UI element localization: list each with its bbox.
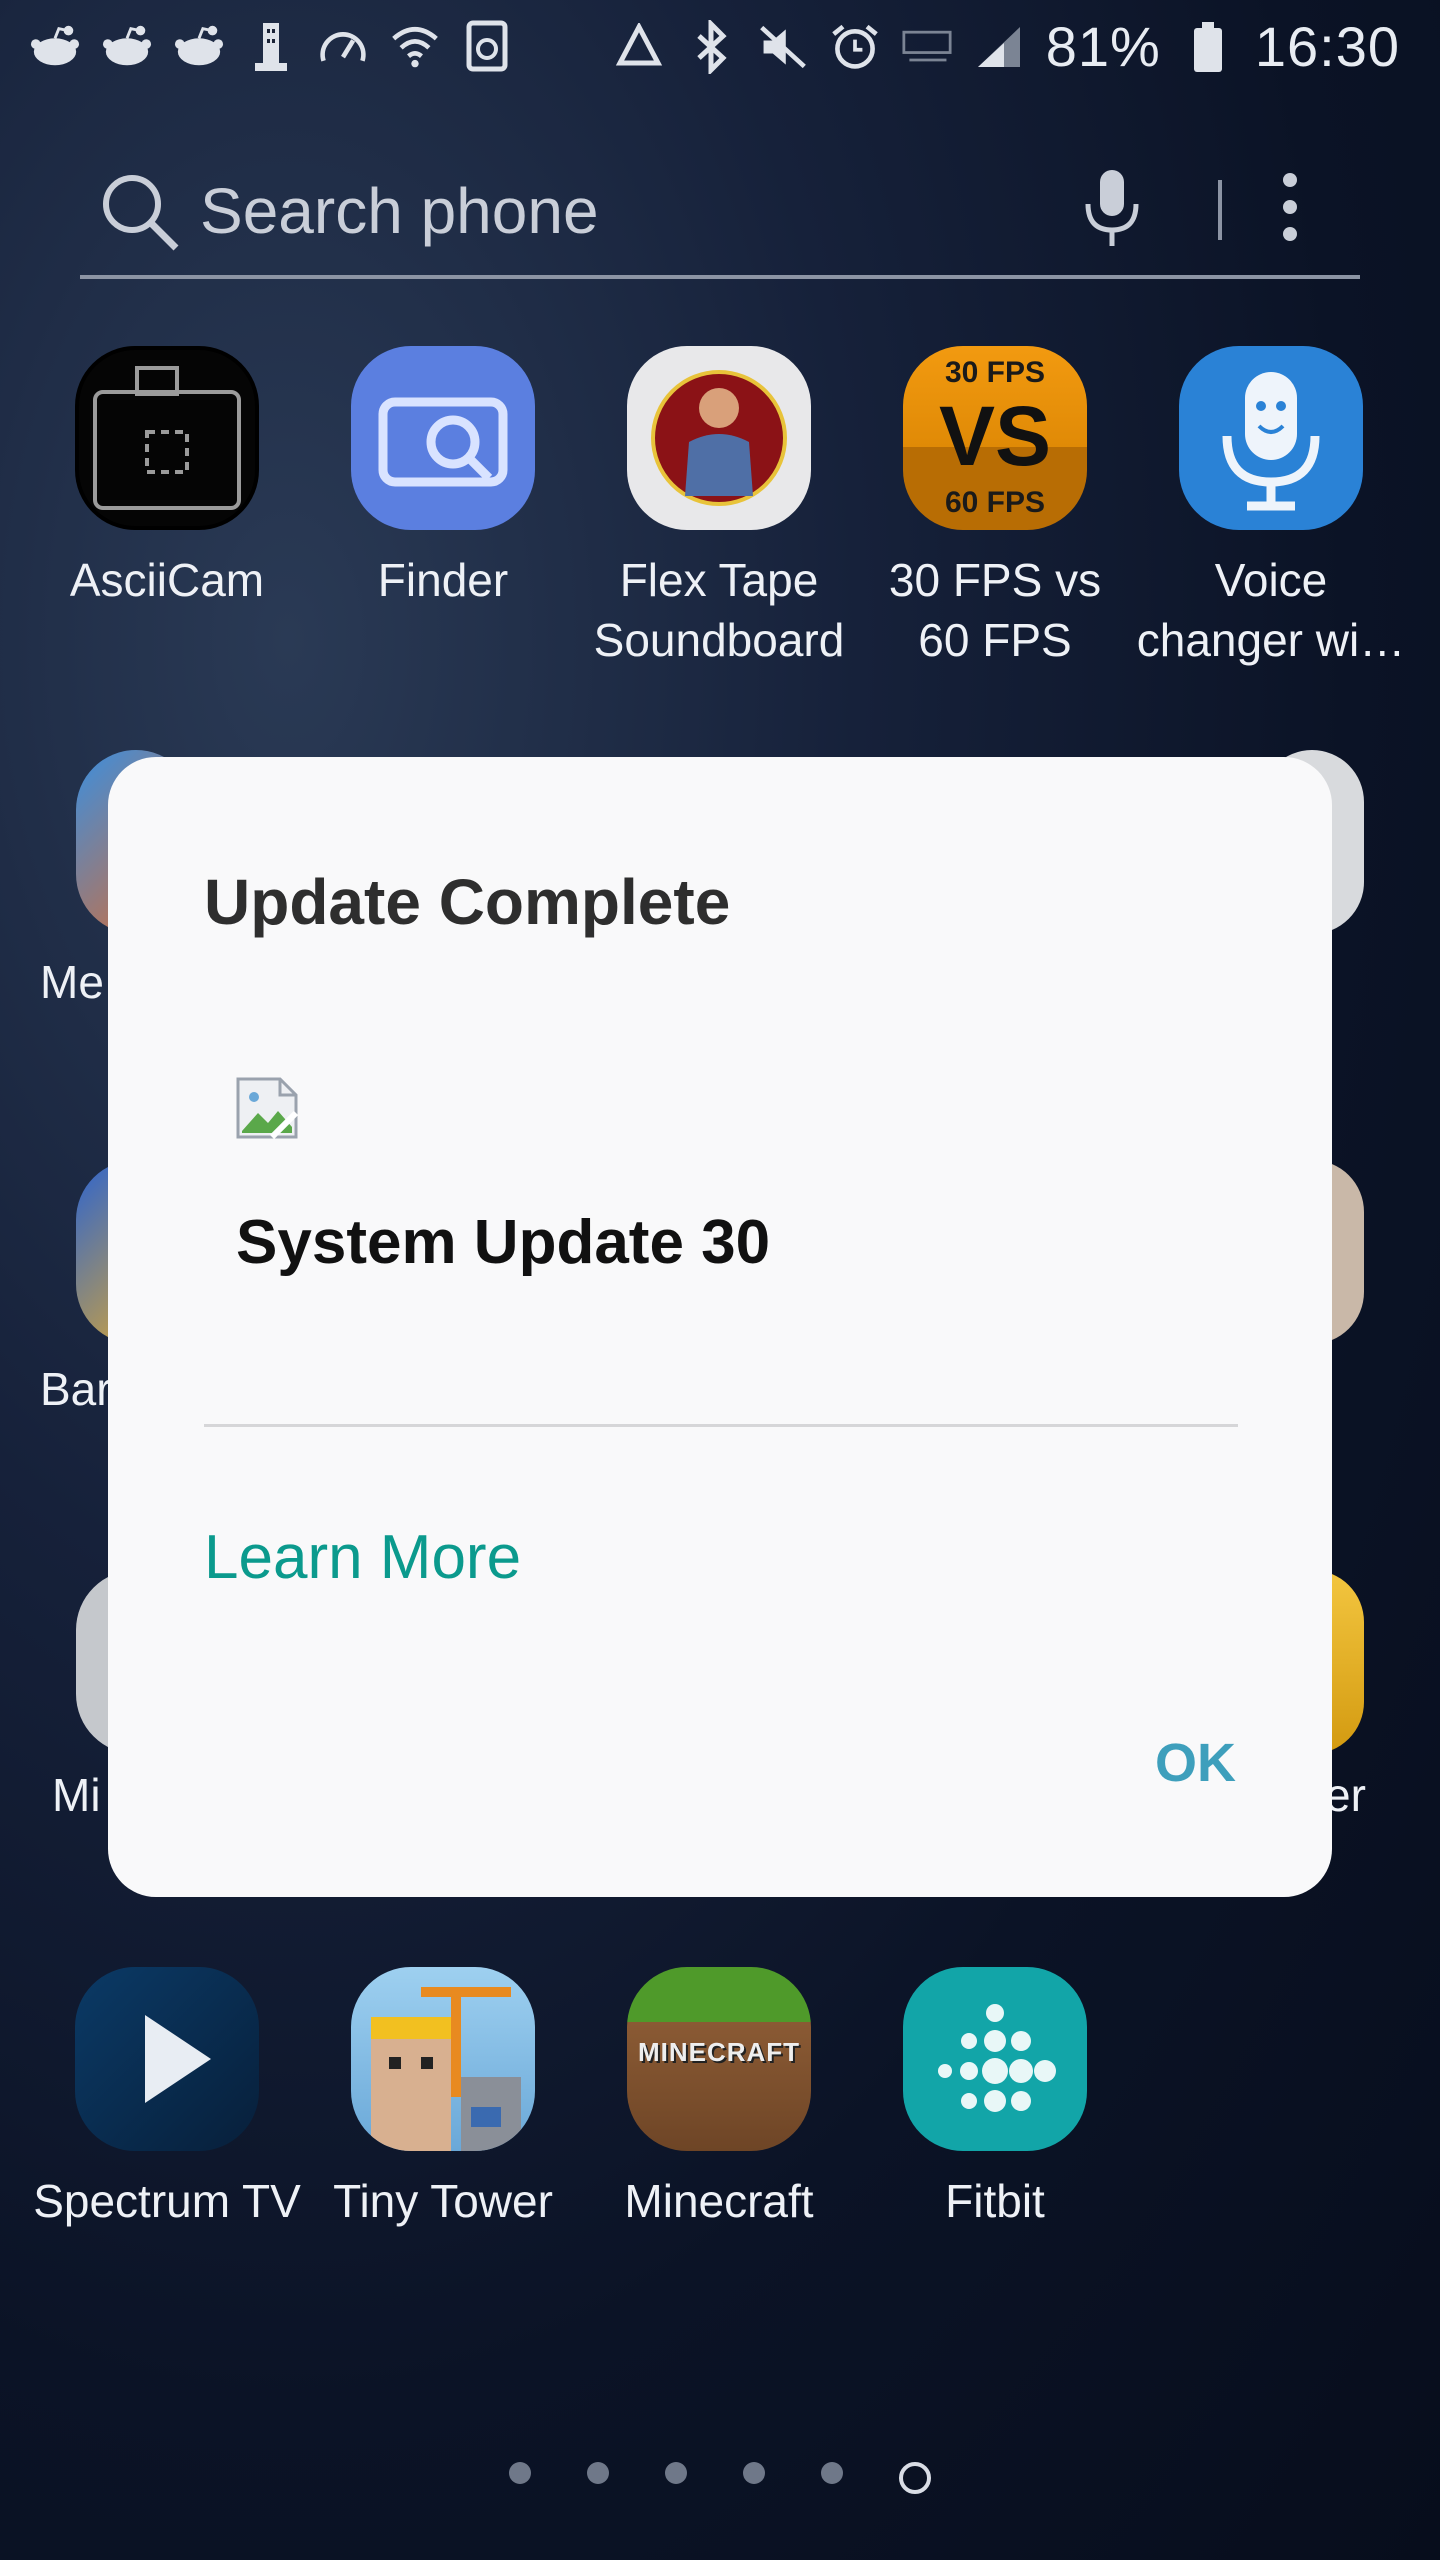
bluetooth-icon — [686, 19, 736, 75]
app-30fps-vs-60fps[interactable]: 30 FPS VS 60 FPS 30 FPS vs 60 FPS — [857, 346, 1133, 670]
app-label: Fitbit — [945, 2175, 1045, 2227]
page-dot[interactable] — [821, 2462, 843, 2484]
flex-tape-icon — [627, 346, 811, 530]
battery-percent: 81% — [1045, 15, 1161, 78]
update-complete-dialog: Update Complete System Update 30 Learn M… — [108, 757, 1332, 1897]
search-bar[interactable]: Search phone — [80, 140, 1360, 279]
ok-button[interactable]: OK — [1155, 1732, 1236, 1794]
fps-comparison-icon: 30 FPS VS 60 FPS — [903, 346, 1087, 530]
app-voice-changer[interactable]: Voice changer wi… — [1133, 346, 1409, 670]
app-finder[interactable]: Finder — [305, 346, 581, 610]
app-label: Minecraft — [624, 2175, 814, 2227]
page-dot[interactable] — [665, 2462, 687, 2484]
signal-icon — [974, 19, 1024, 75]
app-tiny-tower[interactable]: Tiny Tower — [305, 1967, 581, 2231]
search-input[interactable]: Search phone — [200, 174, 599, 248]
app-label: 30 FPS vs 60 FPS — [888, 554, 1102, 666]
reddit-notification-icon — [102, 18, 152, 74]
more-options-icon[interactable] — [1280, 170, 1300, 249]
minecraft-icon: MINECRAFT — [627, 1967, 811, 2151]
app-flex-tape-soundboard[interactable]: Flex Tape Soundboard — [581, 346, 857, 670]
microphone-face-icon — [1179, 346, 1363, 530]
partial-app-label: Me — [40, 956, 104, 1008]
learn-more-link[interactable]: Learn More — [204, 1522, 521, 1593]
dialog-title: Update Complete — [204, 866, 731, 938]
battery-icon — [1183, 19, 1233, 75]
divider — [204, 1424, 1238, 1427]
app-label: Finder — [377, 554, 509, 606]
partial-app-label: Mi — [52, 1769, 101, 1821]
icon-text: VS — [938, 389, 1052, 483]
page-dot[interactable] — [587, 2462, 609, 2484]
wifi-icon — [390, 18, 440, 74]
page-dot[interactable] — [743, 2462, 765, 2484]
icon-text: 30 FPS — [944, 356, 1046, 389]
app-label: Flex Tape Soundboard — [593, 554, 845, 666]
lte-icon — [902, 19, 952, 75]
speedometer-icon — [318, 18, 368, 74]
mute-icon — [758, 19, 808, 75]
fitbit-icon — [903, 1967, 1087, 2151]
app-label: Tiny Tower — [333, 2175, 553, 2227]
search-icon — [98, 170, 182, 259]
reddit-notification-icon — [30, 18, 80, 74]
alarm-icon — [830, 19, 880, 75]
update-name: System Update 30 — [236, 1208, 771, 1277]
screenshot-icon — [462, 18, 512, 74]
tower-building-icon — [246, 18, 296, 74]
reddit-notification-icon — [174, 18, 224, 74]
app-label: AsciiCam — [69, 554, 265, 606]
page-dot[interactable] — [509, 2462, 531, 2484]
page-indicator — [0, 2462, 1440, 2494]
app-fitbit[interactable]: Fitbit — [857, 1967, 1133, 2231]
app-asciicam[interactable]: AsciiCam — [29, 346, 305, 610]
search-divider — [1218, 180, 1222, 240]
app-minecraft[interactable]: MINECRAFT Minecraft — [581, 1967, 857, 2231]
play-icon — [75, 1967, 259, 2151]
partial-app-label: Bar — [40, 1363, 112, 1415]
icon-text: 60 FPS — [944, 486, 1046, 519]
icon-text: MINECRAFT — [637, 2037, 801, 2067]
status-bar: 81% 16:30 — [0, 0, 1440, 100]
broken-image-icon — [236, 1077, 299, 1140]
app-label: Voice changer wi… — [1136, 554, 1406, 666]
recycle-sync-icon — [614, 19, 664, 75]
clock: 16:30 — [1254, 15, 1400, 78]
asciicam-icon — [75, 346, 259, 530]
microphone-icon[interactable] — [1080, 166, 1144, 255]
app-label: Spectrum TV — [33, 2175, 301, 2227]
tiny-tower-icon — [351, 1967, 535, 2151]
finder-icon — [351, 346, 535, 530]
page-dot-active[interactable] — [899, 2462, 931, 2494]
app-spectrum-tv[interactable]: Spectrum TV — [29, 1967, 305, 2231]
